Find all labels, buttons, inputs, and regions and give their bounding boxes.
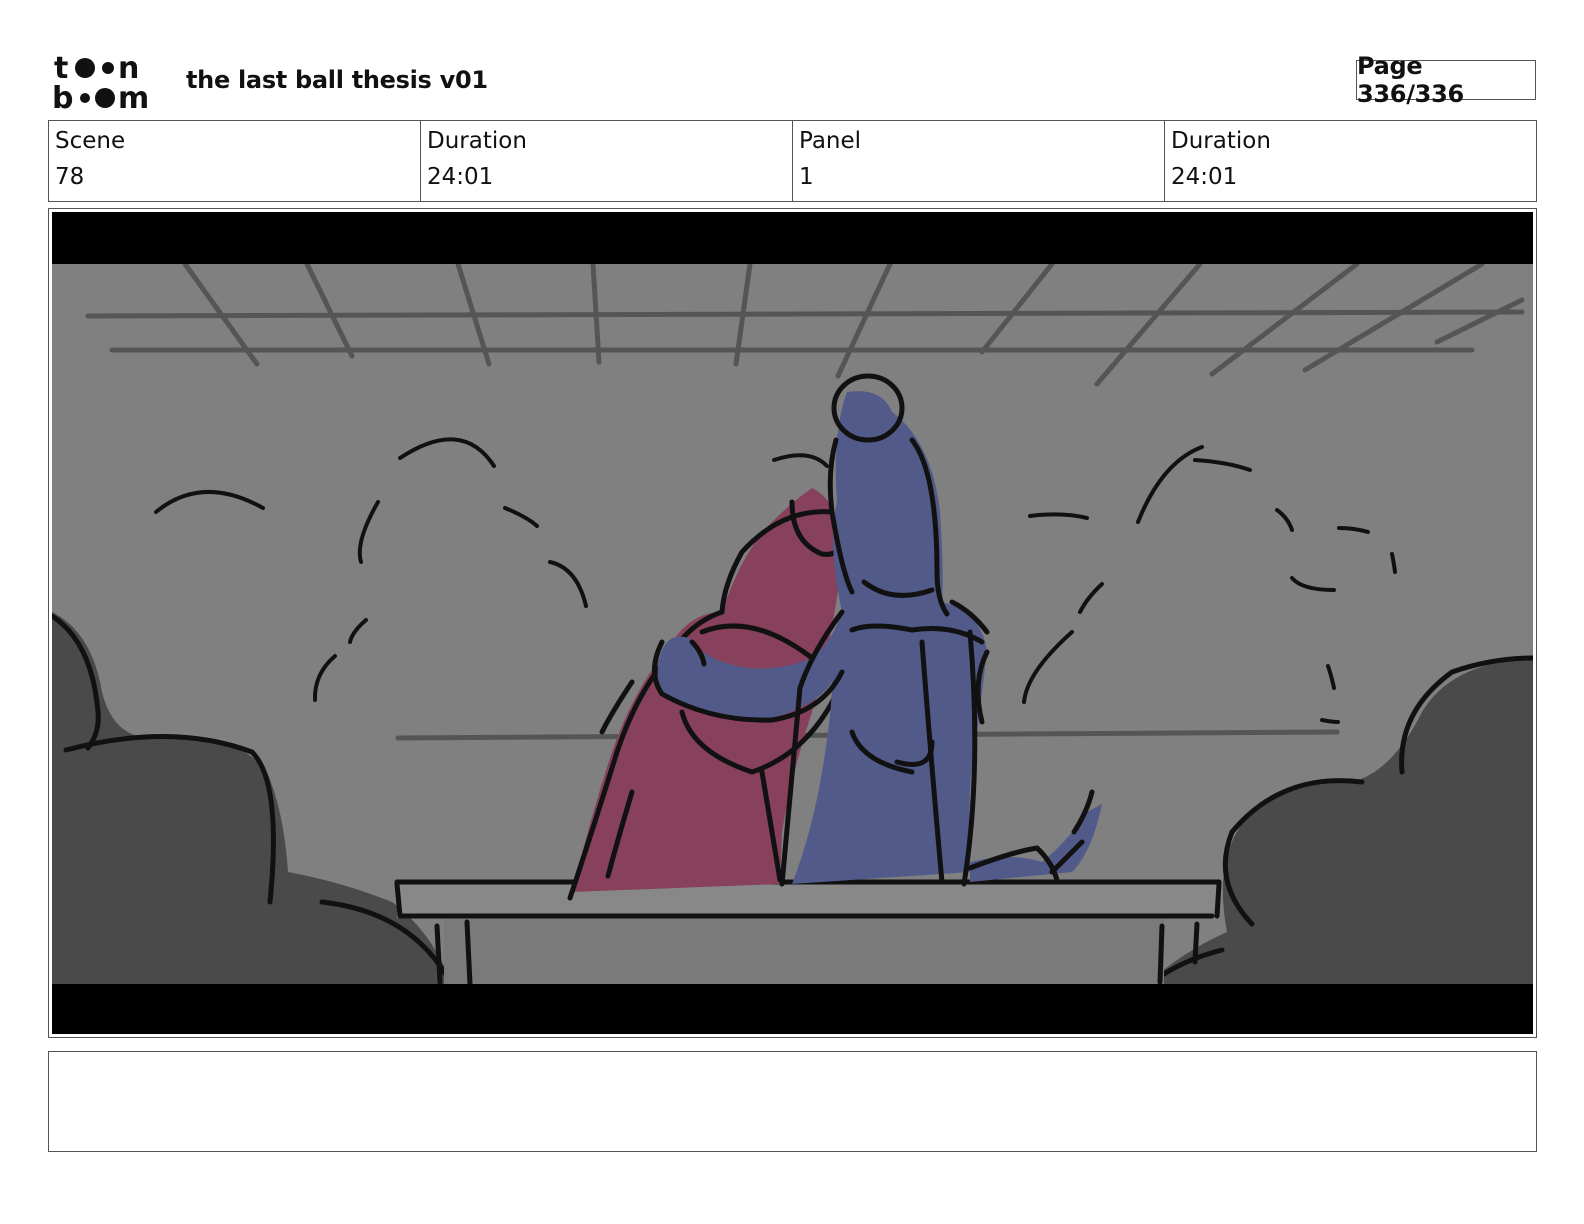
panel-duration-label: Duration <box>1171 128 1271 154</box>
scene-duration-label: Duration <box>427 128 527 154</box>
panel-value: 1 <box>799 164 814 190</box>
scene-cell: Scene 78 <box>49 121 421 201</box>
svg-text:m: m <box>118 81 149 112</box>
scene-duration-cell: Duration 24:01 <box>421 121 793 201</box>
panel-cell: Panel 1 <box>793 121 1165 201</box>
scene-label: Scene <box>55 128 126 154</box>
scene-duration-value: 24:01 <box>427 164 494 190</box>
panel-frame <box>48 208 1537 1038</box>
page-indicator: Page 336/336 <box>1356 52 1536 108</box>
toonboom-logo: t n b m <box>52 51 149 112</box>
panel-label: Panel <box>799 128 862 154</box>
panel-duration-cell: Duration 24:01 <box>1165 121 1536 201</box>
document-title: the last ball thesis v01 <box>186 66 488 94</box>
scene-info-table: Scene 78 Duration 24:01 Panel 1 Duration… <box>48 120 1537 202</box>
svg-text:b: b <box>52 81 73 112</box>
panel-notes-box[interactable] <box>48 1051 1537 1152</box>
scene-value: 78 <box>55 164 85 190</box>
panel-duration-value: 24:01 <box>1171 164 1238 190</box>
storyboard-drawing-icon <box>52 212 1533 1034</box>
